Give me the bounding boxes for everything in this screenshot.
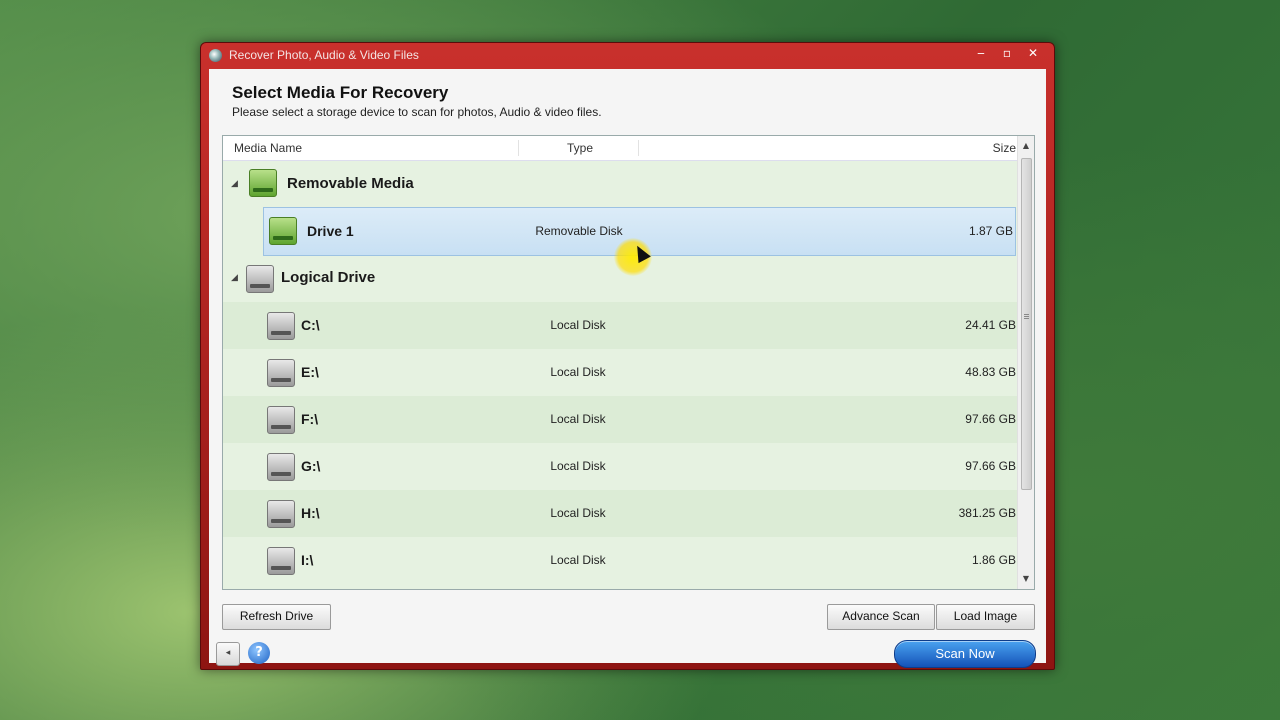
drive-type: Local Disk <box>550 365 606 379</box>
drive-row-h[interactable]: H:\ Local Disk 381.25 GB <box>223 490 1018 537</box>
drive-size: 24.41 GB <box>965 318 1016 332</box>
column-divider[interactable] <box>518 140 519 156</box>
group-row-removable-media[interactable]: ◢ Removable Media <box>223 161 1018 208</box>
column-divider[interactable] <box>638 140 639 156</box>
group-label: Logical Drive <box>281 269 376 286</box>
drive-name: H:\ <box>301 505 320 521</box>
drive-size: 97.66 GB <box>965 412 1016 426</box>
window-title: Recover Photo, Audio & Video Files <box>229 48 419 62</box>
drive-size: 1.86 GB <box>971 553 1016 567</box>
drive-type: Removable Disk <box>535 224 623 238</box>
hard-drive-icon <box>267 547 295 575</box>
column-media-name[interactable]: Media Name <box>234 141 302 155</box>
title-bar[interactable]: Recover Photo, Audio & Video Files ‒ ▫ ✕ <box>201 43 1054 69</box>
drive-size: 97.66 GB <box>965 459 1016 473</box>
scrollbar-thumb[interactable] <box>1021 158 1032 490</box>
drive-size: 48.83 GB <box>965 365 1016 379</box>
page-title: Select Media For Recovery <box>232 83 449 102</box>
drive-name: F:\ <box>301 411 319 427</box>
refresh-drive-button[interactable]: Refresh Drive <box>222 604 331 630</box>
drive-name: G:\ <box>301 458 321 474</box>
drive-name: Drive 1 <box>307 223 354 239</box>
column-type[interactable]: Type <box>567 141 593 155</box>
hard-drive-icon <box>267 500 295 528</box>
vertical-scrollbar[interactable]: ▲ ▼ <box>1017 136 1034 589</box>
drive-name: I:\ <box>301 552 314 568</box>
minimize-button[interactable]: ‒ <box>968 45 994 62</box>
drive-size: 1.87 GB <box>968 224 1013 238</box>
hard-drive-icon <box>267 406 295 434</box>
scan-now-button[interactable]: Scan Now <box>894 640 1036 668</box>
collapse-toggle-icon[interactable]: ◢ <box>231 178 238 189</box>
app-window: Recover Photo, Audio & Video Files ‒ ▫ ✕… <box>200 42 1055 670</box>
load-image-button[interactable]: Load Image <box>936 604 1035 630</box>
removable-drive-icon <box>249 169 277 197</box>
drive-type: Local Disk <box>550 318 606 332</box>
hard-drive-icon <box>246 265 274 293</box>
drive-type: Local Disk <box>550 506 606 520</box>
window-client: Select Media For Recovery Please select … <box>209 69 1046 668</box>
media-list[interactable]: Media Name Type Size ◢ Removable Media D… <box>222 135 1035 590</box>
close-button[interactable]: ✕ <box>1020 45 1046 62</box>
back-arrow-icon[interactable]: ◂ <box>216 642 240 666</box>
scroll-down-icon[interactable]: ▼ <box>1018 571 1034 587</box>
help-icon[interactable]: ? <box>248 642 270 664</box>
drive-type: Local Disk <box>550 412 606 426</box>
drive-name: C:\ <box>301 317 320 333</box>
hard-drive-icon <box>267 453 295 481</box>
maximize-button[interactable]: ▫ <box>994 45 1020 62</box>
media-rows: ◢ Removable Media Drive 1 Removable Disk… <box>223 161 1018 589</box>
drive-size: 381.25 GB <box>958 506 1016 520</box>
drive-type: Local Disk <box>550 459 606 473</box>
app-icon <box>209 49 222 62</box>
group-label: Removable Media <box>287 175 414 192</box>
drive-row-f[interactable]: F:\ Local Disk 97.66 GB <box>223 396 1018 443</box>
collapse-toggle-icon[interactable]: ◢ <box>231 272 238 283</box>
drive-row-i[interactable]: I:\ Local Disk 1.86 GB <box>223 537 1018 584</box>
drive-type: Local Disk <box>550 553 606 567</box>
column-size[interactable]: Size <box>993 141 1016 155</box>
removable-drive-icon <box>269 217 297 245</box>
window-controls: ‒ ▫ ✕ <box>968 45 1046 62</box>
grip-icon <box>1024 314 1029 315</box>
scroll-up-icon[interactable]: ▲ <box>1018 138 1034 154</box>
drive-row-c[interactable]: C:\ Local Disk 24.41 GB <box>223 302 1018 349</box>
page-subtitle: Please select a storage device to scan f… <box>232 105 602 119</box>
drive-row-e[interactable]: E:\ Local Disk 48.83 GB <box>223 349 1018 396</box>
drive-row-g[interactable]: G:\ Local Disk 97.66 GB <box>223 443 1018 490</box>
hard-drive-icon <box>267 359 295 387</box>
hard-drive-icon <box>267 312 295 340</box>
advance-scan-button[interactable]: Advance Scan <box>827 604 935 630</box>
drive-name: E:\ <box>301 364 319 380</box>
column-header: Media Name Type Size <box>223 136 1018 161</box>
